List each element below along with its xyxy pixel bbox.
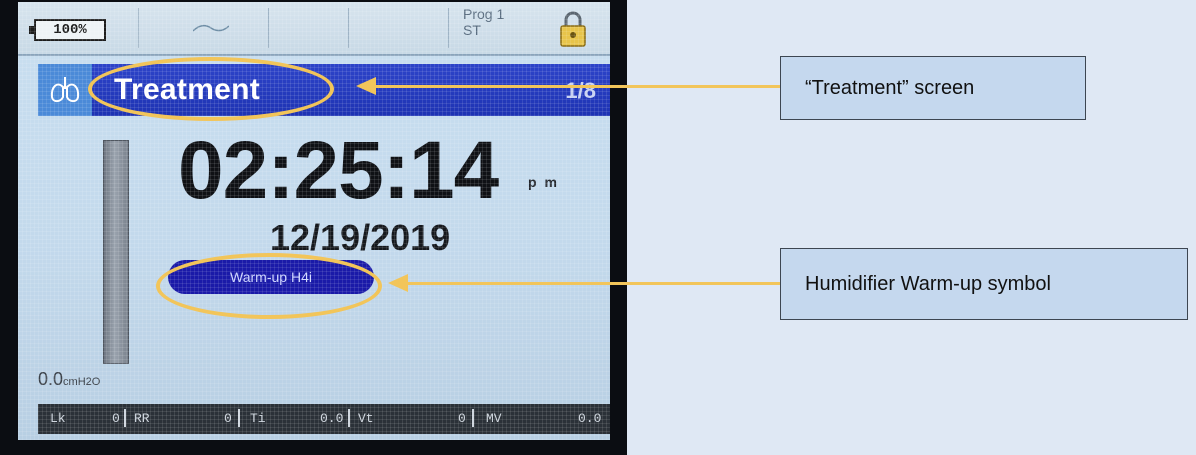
program-indicator: Prog 1 ST <box>463 6 504 38</box>
param-separator <box>472 409 474 427</box>
param-vt-value: 0 <box>458 411 466 426</box>
parameter-bar: Lk 0 RR 0 Ti 0.0 Vt 0 MV 0.0 <box>38 404 610 434</box>
treatment-arrow-line <box>372 85 780 88</box>
param-rr-value: 0 <box>224 411 232 426</box>
param-ti-label: Ti <box>250 411 266 426</box>
humidifier-warmup-badge: Warm-up H4i <box>168 260 374 294</box>
param-vt-label: Vt <box>358 411 374 426</box>
program-mode: ST <box>463 22 481 38</box>
humidifier-arrow-line <box>404 282 780 285</box>
lock-icon <box>560 11 586 47</box>
humidifier-callout: Humidifier Warm-up symbol <box>780 248 1188 320</box>
clock-ampm: p m <box>528 174 559 190</box>
device-screen: 100% Prog 1 ST Treatment 1/8 0.0cmH2O 02… <box>18 2 610 440</box>
device-photo: 100% Prog 1 ST Treatment 1/8 0.0cmH2O 02… <box>0 0 627 455</box>
param-mv-label: MV <box>486 411 502 426</box>
status-divider <box>348 8 349 48</box>
status-divider <box>138 8 139 48</box>
param-separator <box>348 409 350 427</box>
param-rr-label: RR <box>134 411 150 426</box>
param-lk-value: 0 <box>112 411 120 426</box>
param-ti-value: 0.0 <box>320 411 344 426</box>
status-divider <box>448 8 449 48</box>
status-divider <box>268 8 269 48</box>
treatment-callout: “Treatment” screen <box>780 56 1086 120</box>
page-indicator: 1/8 <box>565 78 596 103</box>
pressure-unit: cmH2O <box>63 376 101 388</box>
param-separator <box>238 409 240 427</box>
pressure-readout: 0.0cmH2O <box>38 369 100 390</box>
title-bar: Treatment 1/8 <box>38 64 610 116</box>
humidifier-arrow-head <box>388 274 408 292</box>
lungs-tab[interactable] <box>38 64 92 116</box>
treatment-arrow-head <box>356 77 376 95</box>
clock-date: 12/19/2019 <box>270 217 451 258</box>
param-mv-value: 0.0 <box>578 411 602 426</box>
pressure-bar <box>103 140 129 364</box>
status-bar: 100% Prog 1 ST <box>18 2 610 56</box>
param-lk-label: Lk <box>50 411 66 426</box>
waveform-icon <box>193 24 229 32</box>
param-separator <box>124 409 126 427</box>
clock-time: 02:25:14 <box>178 125 499 216</box>
program-name: Prog 1 <box>463 6 505 22</box>
battery-indicator: 100% <box>29 19 106 41</box>
screen-title: Treatment <box>114 73 261 106</box>
lungs-icon <box>50 77 80 103</box>
pressure-value: 0.0 <box>38 369 64 389</box>
